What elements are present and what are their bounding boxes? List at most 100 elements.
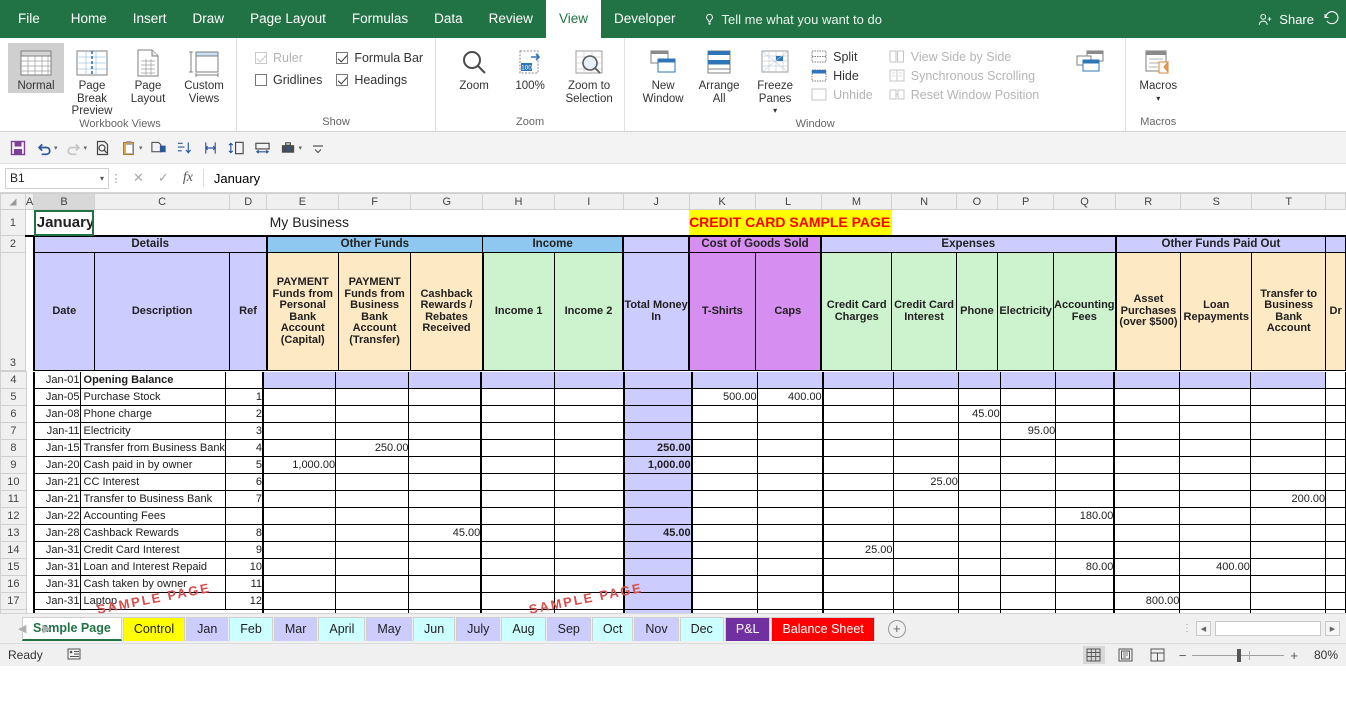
cell-E13[interactable] (263, 525, 336, 542)
cell-L5[interactable]: 400.00 (757, 389, 823, 406)
cell-N13[interactable] (893, 525, 958, 542)
band-total-money-in[interactable] (623, 236, 689, 253)
cell-date-8[interactable]: Jan-15 (34, 440, 80, 457)
cell-I11[interactable] (554, 491, 624, 508)
sheet-nav-prev-icon[interactable]: ◀ (18, 622, 26, 635)
cell-N5[interactable] (893, 389, 958, 406)
cell-N16[interactable] (893, 576, 958, 593)
cell-description-17[interactable]: Laptop (80, 593, 225, 610)
cell-A7[interactable] (26, 423, 34, 440)
header-cc-charges[interactable]: Credit Card Charges (821, 253, 892, 371)
cell-U14[interactable] (1326, 542, 1346, 559)
cell-I17[interactable] (554, 593, 624, 610)
cell-F5[interactable] (336, 389, 409, 406)
cell-I7[interactable] (554, 423, 624, 440)
scroll-right-arrow[interactable]: ▶ (1325, 621, 1340, 636)
cell-L15[interactable] (757, 559, 823, 576)
cell-J14[interactable] (624, 542, 692, 559)
cell-ref-7[interactable]: 3 (225, 423, 263, 440)
cell-F15[interactable] (336, 559, 409, 576)
cell-A8[interactable] (26, 440, 34, 457)
col-header-P[interactable]: P (998, 194, 1054, 210)
table-row[interactable]: 11Jan-21Transfer to Business Bank7200.00 (1, 491, 1346, 508)
sheet-tab-jun[interactable]: Jun (413, 617, 455, 641)
cell-O17[interactable] (958, 593, 1000, 610)
cell-A11[interactable] (26, 491, 34, 508)
cancel-entry-icon[interactable]: ✕ (133, 170, 144, 186)
sheet-nav-next-icon[interactable]: ▶ (42, 622, 50, 635)
cell-U13[interactable] (1326, 525, 1346, 542)
cell-R12[interactable] (1114, 508, 1180, 525)
cell-L8[interactable] (757, 440, 823, 457)
cell-A4[interactable] (26, 372, 34, 389)
cell-G12[interactable] (409, 508, 481, 525)
cell-ref-6[interactable]: 2 (225, 406, 263, 423)
cell-description-15[interactable]: Loan and Interest Repaid (80, 559, 225, 576)
cell-F6[interactable] (336, 406, 409, 423)
cell-H15[interactable] (481, 559, 554, 576)
band-expenses[interactable]: Expenses (821, 236, 1116, 253)
cell-M16[interactable] (823, 576, 893, 593)
cell-F16[interactable] (336, 576, 409, 593)
cell-description-14[interactable]: Credit Card Interest (80, 542, 225, 559)
col-header-E[interactable]: E (267, 194, 339, 210)
sheet-tab-oct[interactable]: Oct (592, 617, 633, 641)
customize-qat-button[interactable] (306, 136, 330, 160)
cell-Q15[interactable]: 80.00 (1056, 559, 1115, 576)
cell-description-5[interactable]: Purchase Stock (80, 389, 225, 406)
cell-H6[interactable] (481, 406, 554, 423)
cell-O4[interactable] (958, 372, 1000, 389)
cell-L16[interactable] (757, 576, 823, 593)
row-header-11[interactable]: 11 (1, 491, 27, 508)
cell-ref-15[interactable]: 10 (225, 559, 263, 576)
macros-button[interactable]: Macros ▾ (1130, 43, 1186, 105)
cell-P4[interactable] (1000, 372, 1056, 389)
col-header-B[interactable]: B (34, 194, 95, 210)
col-header-N[interactable]: N (892, 194, 956, 210)
cell-I12[interactable] (554, 508, 624, 525)
header-income-1[interactable]: Income 1 (483, 253, 555, 371)
cell-U8[interactable] (1326, 440, 1346, 457)
cell-O11[interactable] (958, 491, 1000, 508)
cell-P6[interactable] (1000, 406, 1056, 423)
cell-U7[interactable] (1326, 423, 1346, 440)
table-row[interactable]: 9Jan-20Cash paid in by owner51,000.001,0… (1, 457, 1346, 474)
cell-G6[interactable] (409, 406, 481, 423)
sheet-tab-july[interactable]: July (456, 617, 500, 641)
cell-R6[interactable] (1114, 406, 1180, 423)
row-height-button[interactable] (225, 136, 249, 160)
table-row[interactable]: 14Jan-31Credit Card Interest925.00 (1, 542, 1346, 559)
switch-windows-button[interactable] (1059, 43, 1121, 80)
cell-U15[interactable] (1326, 559, 1346, 576)
ribbon-tab-developer[interactable]: Developer (601, 0, 689, 38)
row-header-4[interactable]: 4 (1, 372, 27, 389)
cell-K5[interactable]: 500.00 (692, 389, 758, 406)
cell-E1[interactable]: My Business (267, 210, 411, 236)
cell-E14[interactable] (263, 542, 336, 559)
cell-I6[interactable] (554, 406, 624, 423)
cell-F11[interactable] (336, 491, 409, 508)
cell-S8[interactable] (1180, 440, 1250, 457)
cell-ref-14[interactable]: 9 (225, 542, 263, 559)
cell-H11[interactable] (481, 491, 554, 508)
cell-Q17[interactable] (1056, 593, 1115, 610)
cell-I8[interactable] (554, 440, 624, 457)
cell-Q6[interactable] (1056, 406, 1115, 423)
cell-U1[interactable] (1326, 210, 1346, 236)
cell-date-12[interactable]: Jan-22 (34, 508, 80, 525)
tools-dropdown-caret[interactable]: ▾ (299, 144, 303, 152)
cell-M13[interactable] (823, 525, 893, 542)
cell-H4[interactable] (481, 372, 554, 389)
cell-R13[interactable] (1114, 525, 1180, 542)
table-row[interactable]: 16Jan-31Cash taken by owner11 (1, 576, 1346, 593)
cell-E7[interactable] (263, 423, 336, 440)
cell-L11[interactable] (757, 491, 823, 508)
row-header-7[interactable]: 7 (1, 423, 27, 440)
cell-ref-17[interactable]: 12 (225, 593, 263, 610)
zoom-slider-thumb[interactable] (1237, 649, 1241, 662)
cell-F14[interactable] (336, 542, 409, 559)
cell-Q5[interactable] (1056, 389, 1115, 406)
zoom-slider-track[interactable] (1192, 655, 1284, 656)
cell-F12[interactable] (336, 508, 409, 525)
cell-U5[interactable] (1326, 389, 1346, 406)
